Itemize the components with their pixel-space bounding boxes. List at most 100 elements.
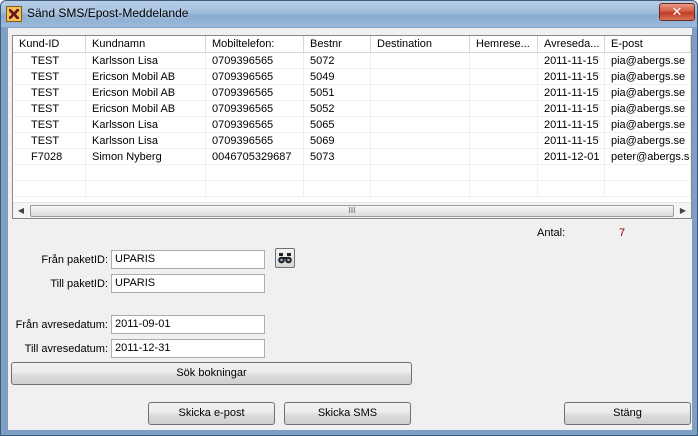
scroll-left-icon[interactable]: ◀ xyxy=(13,203,29,219)
empty-cell xyxy=(605,165,691,181)
empty-cell xyxy=(605,181,691,197)
column-header-kund-id[interactable]: Kund-ID xyxy=(13,36,86,53)
horizontal-scrollbar[interactable]: ◀ III ▶ xyxy=(13,202,691,218)
empty-cell xyxy=(538,181,605,197)
table-cell: peter@abergs.se xyxy=(605,149,691,165)
table-cell: Ericson Mobil AB xyxy=(86,101,206,117)
table-row[interactable]: TEST Ericson Mobil AB 0709396565 5049 2011-1… xyxy=(13,69,691,85)
column-header-epost[interactable]: E-post xyxy=(605,36,691,53)
window-title: Sänd SMS/Epost-Meddelande xyxy=(27,6,189,20)
empty-cell xyxy=(304,181,371,197)
table-cell: 2011-11-15 xyxy=(538,53,605,69)
table-cell: Karlsson Lisa xyxy=(86,133,206,149)
empty-cell xyxy=(13,181,86,197)
till-paketid-field[interactable]: UPARIS xyxy=(111,274,265,293)
empty-cell xyxy=(470,165,538,181)
table-cell: 5072 xyxy=(304,53,371,69)
table-cell xyxy=(470,117,538,133)
app-icon xyxy=(6,6,22,22)
table-cell xyxy=(470,69,538,85)
table-cell: Karlsson Lisa xyxy=(86,117,206,133)
search-packages-button[interactable] xyxy=(275,248,295,268)
close-window-button[interactable]: ✕ xyxy=(659,3,695,21)
table-cell: TEST xyxy=(13,101,86,117)
table-row[interactable]: TEST Karlsson Lisa 0709396565 5065 2011-11-1… xyxy=(13,117,691,133)
table-cell: pia@abergs.se xyxy=(605,133,691,149)
table-cell: TEST xyxy=(13,53,86,69)
table-cell xyxy=(371,117,470,133)
table-cell: pia@abergs.se xyxy=(605,117,691,133)
table-cell: 2011-11-15 xyxy=(538,117,605,133)
close-button[interactable]: Stäng xyxy=(564,402,691,425)
empty-row xyxy=(13,181,691,197)
table-cell xyxy=(470,101,538,117)
table-cell xyxy=(470,149,538,165)
empty-cell xyxy=(470,181,538,197)
binoculars-icon xyxy=(278,253,292,264)
table-cell: Ericson Mobil AB xyxy=(86,85,206,101)
empty-cell xyxy=(371,181,470,197)
table-row[interactable]: TEST Karlsson Lisa 0709396565 5072 2011-11-1… xyxy=(13,53,691,69)
table-cell: 0709396565 xyxy=(206,69,304,85)
table-cell: TEST xyxy=(13,69,86,85)
table-cell: 2011-12-01 xyxy=(538,149,605,165)
column-header-mobiltelefon[interactable]: Mobiltelefon: xyxy=(206,36,304,53)
table-cell: 0709396565 xyxy=(206,117,304,133)
column-header-hemresedatum[interactable]: Hemrese... xyxy=(470,36,538,53)
table-row[interactable]: TEST Ericson Mobil AB 0709396565 5051 2011-1… xyxy=(13,85,691,101)
table-cell xyxy=(371,69,470,85)
fran-avresedatum-field[interactable]: 2011-09-01 xyxy=(111,315,265,334)
table-cell: 0709396565 xyxy=(206,53,304,69)
till-paketid-label: Till paketID: xyxy=(50,278,108,290)
table-cell: TEST xyxy=(13,85,86,101)
table-cell: pia@abergs.se xyxy=(605,85,691,101)
column-header-kundnamn[interactable]: Kundnamn xyxy=(86,36,206,53)
list-header: Kund-ID Kundnamn Mobiltelefon: Bestnr De… xyxy=(13,36,691,53)
send-email-button[interactable]: Skicka e-post xyxy=(148,402,275,425)
table-cell: TEST xyxy=(13,133,86,149)
fran-paketid-field[interactable]: UPARIS xyxy=(111,250,265,269)
table-cell: 5073 xyxy=(304,149,371,165)
table-cell xyxy=(470,85,538,101)
empty-cell xyxy=(371,165,470,181)
till-avresedatum-label: Till avresedatum: xyxy=(24,343,108,355)
send-sms-button[interactable]: Skicka SMS xyxy=(284,402,411,425)
search-bookings-button[interactable]: Sök bokningar xyxy=(11,362,412,385)
scrollbar-thumb[interactable]: III xyxy=(30,205,674,217)
table-cell: pia@abergs.se xyxy=(605,53,691,69)
scroll-grip: III xyxy=(348,206,356,215)
table-cell: 2011-11-15 xyxy=(538,133,605,149)
title-bar[interactable]: Sänd SMS/Epost-Meddelande ✕ xyxy=(1,1,697,27)
table-cell: 5069 xyxy=(304,133,371,149)
column-header-destination[interactable]: Destination xyxy=(371,36,470,53)
scroll-right-icon[interactable]: ▶ xyxy=(675,203,691,219)
empty-cell xyxy=(538,165,605,181)
fran-paketid-label: Från paketID: xyxy=(41,254,108,266)
table-cell: 2011-11-15 xyxy=(538,69,605,85)
table-row[interactable]: F7028 Simon Nyberg 0046705329687 5073 2011-1… xyxy=(13,149,691,165)
table-cell: 5051 xyxy=(304,85,371,101)
count-label: Antal: xyxy=(537,227,566,239)
table-cell xyxy=(371,101,470,117)
table-row[interactable]: TEST Karlsson Lisa 0709396565 5069 2011-11-1… xyxy=(13,133,691,149)
empty-cell xyxy=(13,165,86,181)
dialog-window: Sänd SMS/Epost-Meddelande ✕ Kund-ID Kund… xyxy=(0,0,698,436)
table-cell: F7028 xyxy=(13,149,86,165)
empty-cell xyxy=(206,181,304,197)
column-header-avresedatum[interactable]: Avreseda... xyxy=(538,36,605,53)
table-cell: Simon Nyberg xyxy=(86,149,206,165)
till-avresedatum-field[interactable]: 2011-12-31 xyxy=(111,339,265,358)
table-cell: 0709396565 xyxy=(206,85,304,101)
table-row[interactable]: TEST Ericson Mobil AB 0709396565 5052 2011-1… xyxy=(13,101,691,117)
table-cell: 2011-11-15 xyxy=(538,85,605,101)
table-cell: Karlsson Lisa xyxy=(86,53,206,69)
table-cell: TEST xyxy=(13,117,86,133)
empty-cell xyxy=(86,165,206,181)
table-cell: 5049 xyxy=(304,69,371,85)
table-cell xyxy=(371,53,470,69)
table-cell: 5065 xyxy=(304,117,371,133)
bookings-list[interactable]: Kund-ID Kundnamn Mobiltelefon: Bestnr De… xyxy=(12,35,692,219)
column-header-bestnr[interactable]: Bestnr xyxy=(304,36,371,53)
table-cell: pia@abergs.se xyxy=(605,101,691,117)
table-cell: 0709396565 xyxy=(206,133,304,149)
